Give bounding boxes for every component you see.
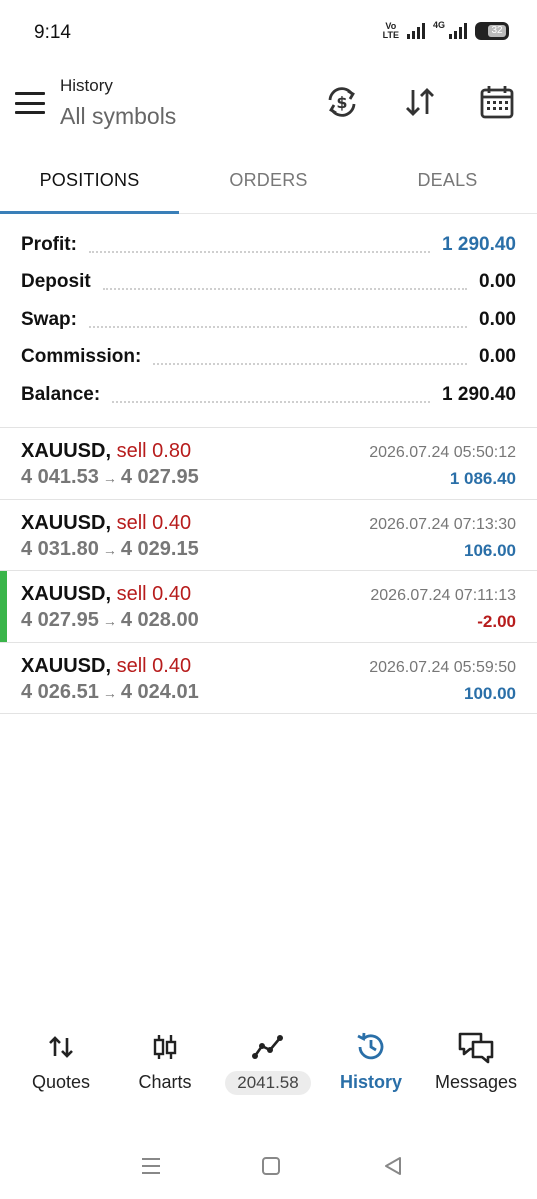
dotted-leader <box>153 345 468 366</box>
tab-deals[interactable]: DEALS <box>358 152 537 213</box>
position-row[interactable]: XAUUSD, sell 0.40 4 026.51 → 4 024.01 2026… <box>0 643 537 714</box>
status-time: 9:14 <box>34 22 71 43</box>
back-icon <box>385 1157 401 1175</box>
summary-panel: Profit: 1 290.40 Deposit 0.00 Swap: 0.00… <box>0 226 537 414</box>
summary-row-swap: Swap: 0.00 <box>0 301 537 339</box>
summary-value: 0.00 <box>471 308 516 331</box>
symbol-filter[interactable]: All symbols <box>60 103 176 130</box>
summary-label: Profit: <box>21 233 85 256</box>
summary-row-profit: Profit: 1 290.40 <box>0 226 537 264</box>
position-profit: 1 086.40 <box>449 469 516 488</box>
position-side: sell 0.80 <box>116 440 192 462</box>
home-icon <box>262 1157 280 1175</box>
battery-icon: 32 <box>475 22 509 40</box>
messages-icon <box>458 1032 494 1064</box>
charts-icon <box>153 1035 177 1059</box>
nav-trade[interactable]: 2041.58 <box>215 1028 321 1095</box>
status-bar: 9:14 Vo LTE 4G 32 <box>0 0 537 68</box>
arrow-icon: → <box>102 470 117 486</box>
position-prices: 4 026.51 → 4 024.01 <box>21 680 199 703</box>
nav-label: Charts <box>138 1072 192 1092</box>
position-row[interactable]: XAUUSD, sell 0.40 4 031.80 → 4 029.15 2026… <box>0 500 537 571</box>
arrow-icon: → <box>102 541 117 558</box>
summary-label: Balance: <box>21 383 109 406</box>
position-side: sell 0.40 <box>116 511 192 534</box>
trade-value-badge: 2041.58 <box>225 1071 311 1095</box>
position-prices: 4 041.53 → 4 027.95 <box>21 466 199 488</box>
dotted-leader <box>112 383 431 403</box>
sort-icon <box>406 88 434 116</box>
summary-row-commission: Commission: 0.00 <box>0 339 537 377</box>
recents-icon <box>142 1158 160 1174</box>
tab-orders[interactable]: ORDERS <box>179 152 358 213</box>
position-row[interactable]: XAUUSD, sell 0.80 4 041.53 → 4 027.95 2026… <box>0 428 537 500</box>
position-symbol: XAUUSD, sell 0.80 <box>21 440 192 462</box>
position-profit: 106.00 <box>464 540 516 560</box>
bottom-nav: Quotes Charts 2041.58 History Messages <box>0 1028 537 1108</box>
summary-value: 0.00 <box>471 346 516 369</box>
summary-value: 0.00 <box>471 271 516 294</box>
recents-button[interactable] <box>131 1150 171 1182</box>
dotted-leader <box>88 308 468 328</box>
nav-label: History <box>339 1072 402 1092</box>
svg-text:$: $ <box>336 93 347 112</box>
arrow-icon: → <box>102 613 117 629</box>
position-symbol: XAUUSD, sell 0.40 <box>21 583 192 605</box>
position-side: sell 0.40 <box>116 654 192 677</box>
position-prices: 4 027.95 → 4 028.00 <box>21 609 199 631</box>
quotes-icon <box>49 1036 73 1058</box>
position-profit: -2.00 <box>477 612 516 631</box>
summary-value: 1 290.40 <box>434 233 516 256</box>
position-time: 2026.07.24 05:59:50 <box>369 658 516 676</box>
history-icon <box>357 1032 384 1060</box>
position-profit: 100.00 <box>464 683 516 703</box>
dotted-leader <box>102 270 468 291</box>
app-header: History All symbols $ <box>0 70 537 140</box>
sort-button[interactable] <box>400 82 440 122</box>
currency-exchange-icon: $ <box>328 87 356 117</box>
summary-value: 1 290.40 <box>434 383 516 406</box>
active-tab-indicator <box>0 211 179 214</box>
position-time: 2026.07.24 07:13:30 <box>369 515 516 533</box>
battery-level: 32 <box>488 25 506 37</box>
back-button[interactable] <box>373 1150 413 1182</box>
page-title: History <box>60 76 113 95</box>
signal-icon <box>406 23 425 39</box>
summary-row-deposit: Deposit 0.00 <box>0 264 537 302</box>
positions-list: XAUUSD, sell 0.80 4 041.53 → 4 027.95 2026… <box>0 427 537 714</box>
nav-quotes[interactable]: Quotes <box>8 1028 114 1093</box>
summary-label: Deposit <box>21 271 99 294</box>
position-time: 2026.07.24 07:11:13 <box>370 587 516 604</box>
calendar-button[interactable] <box>477 82 517 122</box>
signal-icon-2 <box>449 23 467 39</box>
history-tabs: POSITIONS ORDERS DEALS <box>0 152 537 214</box>
summary-label: Commission: <box>21 346 150 369</box>
nav-label: Messages <box>434 1072 518 1092</box>
currency-exchange-button[interactable]: $ <box>322 82 362 122</box>
network-type: 4G <box>432 20 445 30</box>
nav-label: Quotes <box>31 1072 91 1092</box>
summary-row-balance: Balance: 1 290.40 <box>0 376 537 414</box>
volte-icon: Vo LTE <box>382 21 399 40</box>
position-row-selected[interactable]: XAUUSD, sell 0.40 4 027.95 → 4 028.00 2026… <box>0 571 537 643</box>
calendar-icon <box>480 86 514 119</box>
tab-positions[interactable]: POSITIONS <box>0 152 179 213</box>
nav-charts[interactable]: Charts <box>112 1028 218 1093</box>
menu-icon[interactable] <box>15 92 45 114</box>
position-symbol: XAUUSD, sell 0.40 <box>21 654 192 677</box>
position-time: 2026.07.24 05:50:12 <box>369 444 516 461</box>
status-icons: Vo LTE 4G 32 <box>382 20 509 40</box>
position-symbol: XAUUSD, sell 0.40 <box>21 511 192 534</box>
nav-history[interactable]: History <box>318 1028 424 1093</box>
position-prices: 4 031.80 → 4 029.15 <box>21 537 199 560</box>
dotted-leader <box>88 233 431 253</box>
position-side: sell 0.40 <box>116 583 192 605</box>
system-nav-bar <box>0 1150 537 1182</box>
nav-messages[interactable]: Messages <box>423 1028 529 1093</box>
home-button[interactable] <box>251 1150 291 1182</box>
trade-icon <box>252 1035 283 1059</box>
summary-label: Swap: <box>21 308 85 331</box>
arrow-icon: → <box>102 684 117 701</box>
